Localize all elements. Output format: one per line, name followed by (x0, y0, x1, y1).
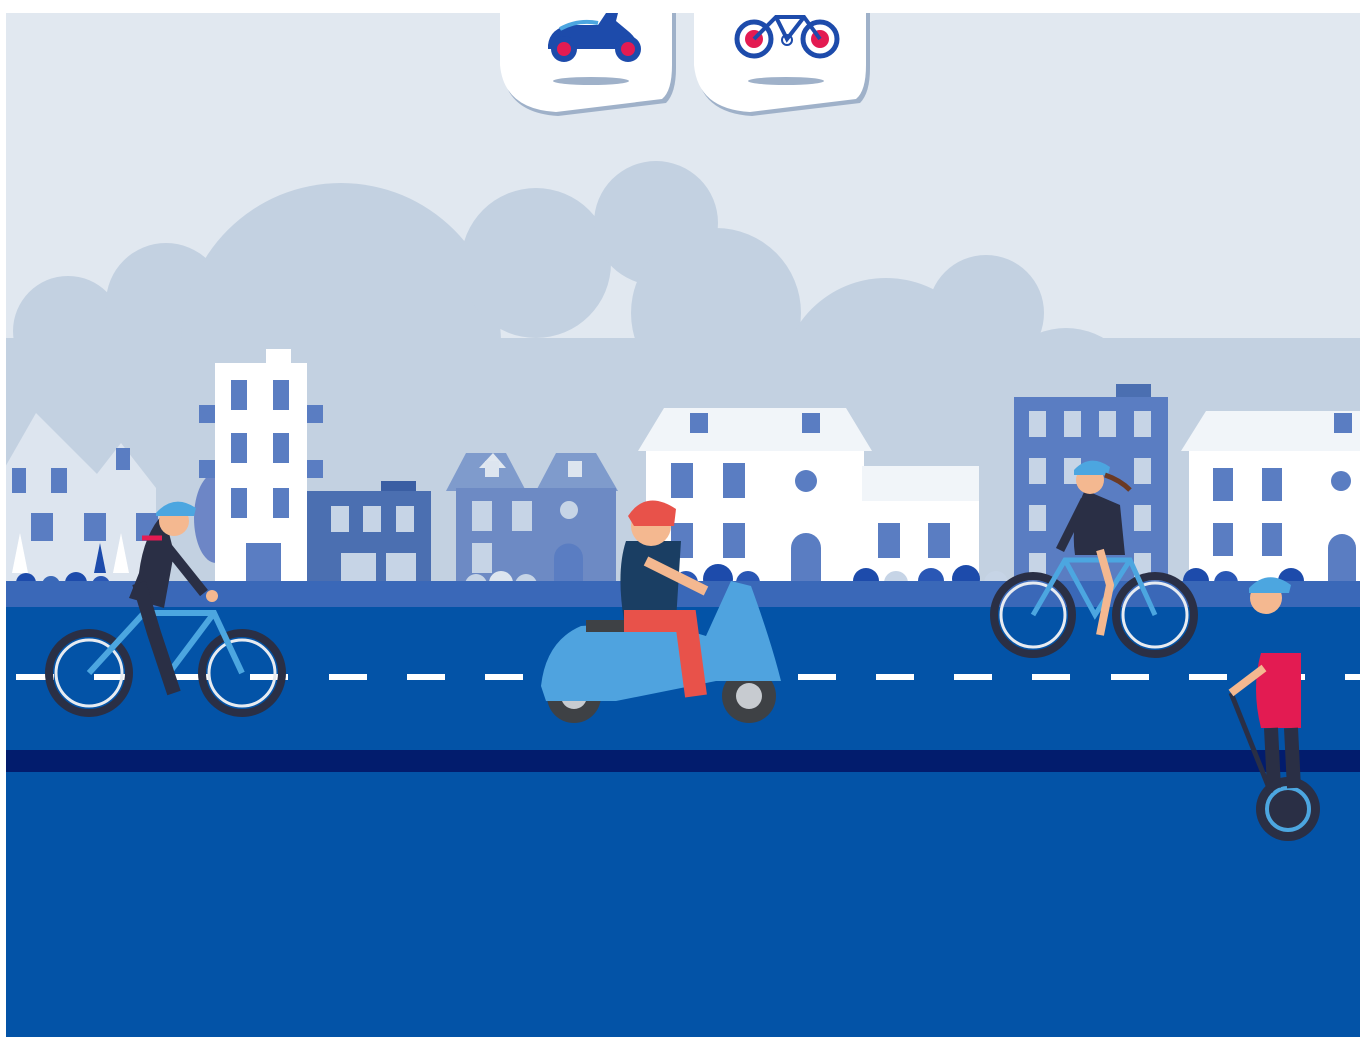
road-lower (6, 772, 1360, 1037)
tab-bicycle[interactable] (692, 13, 872, 123)
tab-scooter[interactable] (498, 13, 678, 123)
tab-bicycle-shape (694, 13, 870, 116)
curb (6, 750, 1360, 772)
blue-building (307, 481, 431, 593)
tab-scooter-shape (500, 13, 676, 116)
street-scene (6, 13, 1360, 1037)
